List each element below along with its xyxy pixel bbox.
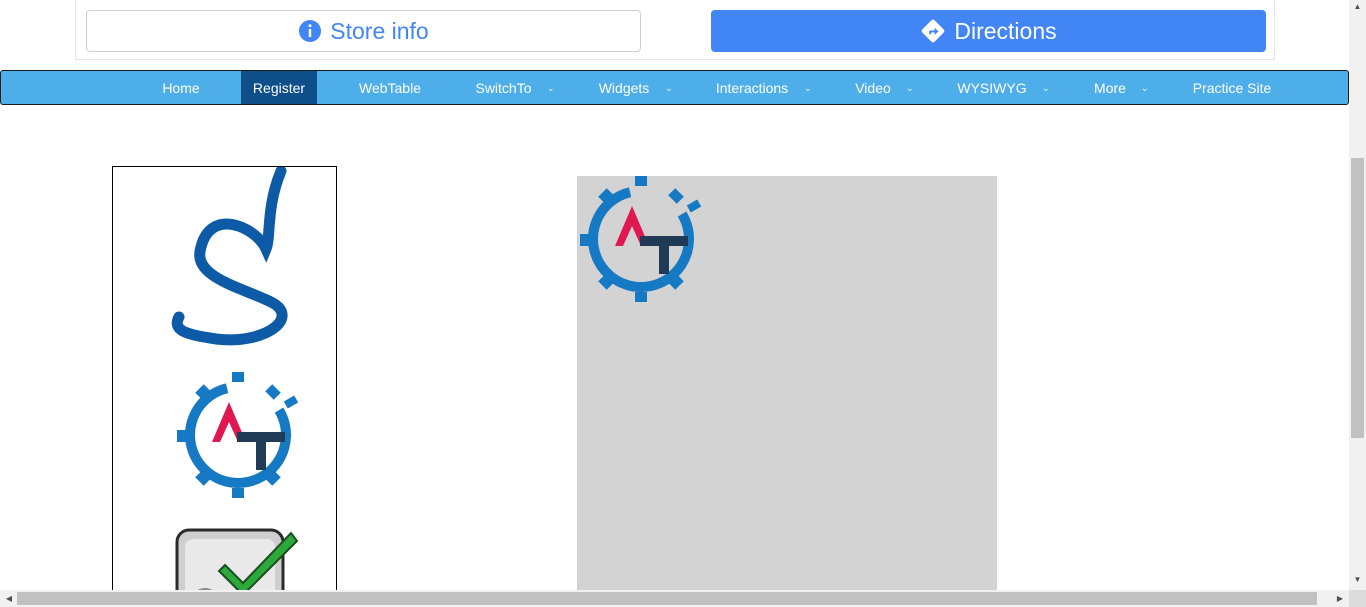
nav-register-label: Register [252,79,306,96]
nav-video[interactable]: Video [841,71,905,104]
nav-wysiwyg-label: WYSIWYG [957,79,1027,96]
nav-register[interactable]: Register [241,71,317,104]
nav-webtable[interactable]: WebTable [345,71,435,104]
info-icon [299,20,322,42]
main-navbar: Home Register WebTable SwitchTo ⌄ Widget… [0,70,1349,105]
chevron-down-icon[interactable]: ⌄ [804,83,812,94]
ad-banner: Store info Directions [75,0,1275,60]
directions-icon [922,19,945,43]
nav-home[interactable]: Home [147,71,215,104]
nav-practice-site[interactable]: Practice Site [1177,71,1287,104]
chevron-down-icon[interactable]: ⌄ [906,83,914,94]
chevron-down-icon[interactable]: ⌄ [665,83,673,94]
scrollbar-corner [1349,590,1366,607]
chevron-down-icon[interactable]: ⌄ [547,83,555,94]
nav-home-label: Home [162,79,200,96]
nav-practice-site-label: Practice Site [1192,79,1272,96]
nav-widgets[interactable]: Widgets [584,71,664,104]
store-info-label: Store info [330,17,429,44]
selenium-logo[interactable] [171,167,301,347]
scroll-right-arrow-icon[interactable]: ▶ [1334,592,1346,605]
nav-video-label: Video [855,79,891,96]
scroll-down-arrow-icon[interactable]: ▼ [1350,575,1365,587]
nav-more[interactable]: More [1079,71,1141,104]
drop-target-area[interactable] [577,176,997,596]
nav-interactions[interactable]: Interactions [701,71,803,104]
chevron-down-icon[interactable]: ⌄ [1042,83,1050,94]
nav-more-label: More [1094,79,1126,96]
nav-switchto[interactable]: SwitchTo [461,71,546,104]
automation-testing-logo[interactable] [580,176,702,302]
automation-testing-logo[interactable] [177,372,299,498]
nav-webtable-label: WebTable [358,79,421,96]
directions-label: Directions [954,17,1057,44]
checkmark-logo[interactable] [175,527,301,596]
nav-wysiwyg[interactable]: WYSIWYG [943,71,1041,104]
scroll-up-arrow-icon[interactable]: ▲ [1350,2,1365,14]
store-info-button[interactable]: Store info [86,10,641,52]
vertical-scroll-thumb[interactable] [1351,158,1364,438]
chevron-down-icon[interactable]: ⌄ [1141,83,1149,94]
directions-button[interactable]: Directions [711,10,1266,52]
scroll-left-arrow-icon[interactable]: ◀ [3,592,15,605]
drag-images-panel [112,166,337,596]
nav-switchto-label: SwitchTo [475,79,532,96]
horizontal-scroll-thumb[interactable] [17,592,1317,605]
nav-widgets-label: Widgets [598,79,650,96]
nav-interactions-label: Interactions [715,79,789,96]
